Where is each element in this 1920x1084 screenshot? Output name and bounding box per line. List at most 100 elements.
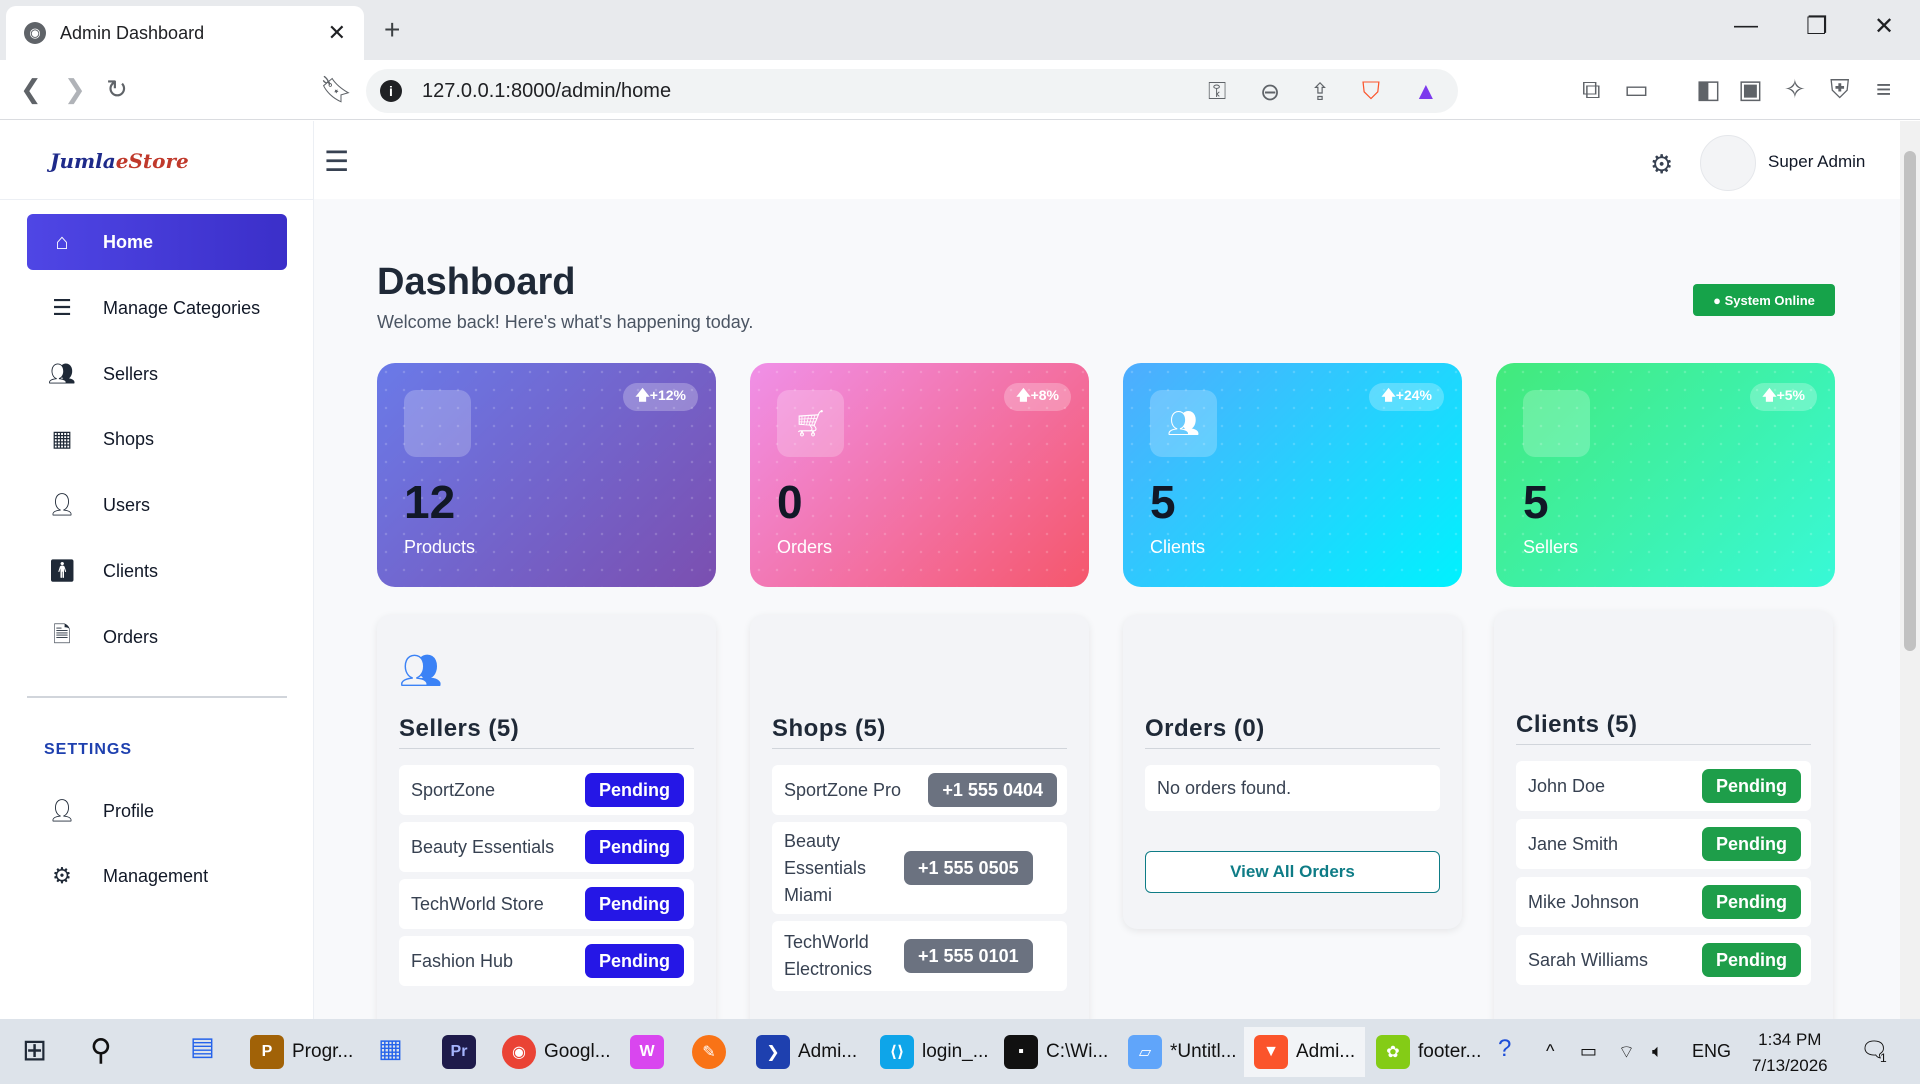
- phone-badge: +1 555 0101: [904, 939, 1033, 973]
- list-item[interactable]: Jane Smith Pending: [1516, 819, 1811, 869]
- taskbar-label: Admi...: [798, 1041, 858, 1062]
- stat-card-sellers[interactable]: 🡅+5% 5 Sellers: [1496, 363, 1835, 587]
- extensions-icon[interactable]: ⧉: [1582, 74, 1601, 106]
- wallet-icon[interactable]: ▣: [1738, 74, 1763, 105]
- hamburger-menu-icon[interactable]: ☰: [324, 145, 349, 178]
- brand-logo[interactable]: JumlaeStore: [50, 149, 189, 173]
- browser-tab[interactable]: ◉ Admin Dashboard ✕: [6, 6, 364, 60]
- app-icon: P: [250, 1035, 284, 1069]
- back-icon[interactable]: ❮: [20, 74, 42, 105]
- list-item[interactable]: SportZone Pending: [399, 765, 694, 815]
- sidebar-item-users[interactable]: 👤︎ Users: [27, 477, 287, 533]
- reader-icon[interactable]: ▭: [1624, 74, 1649, 105]
- close-tab-icon[interactable]: ✕: [328, 20, 346, 46]
- terminal-icon: ▪: [1004, 1035, 1038, 1069]
- battery-icon[interactable]: ▭: [1580, 1041, 1597, 1062]
- panel-title: Sellers (5): [399, 715, 520, 742]
- phone-badge: +1 555 0404: [928, 773, 1057, 807]
- admin-name[interactable]: Super Admin: [1768, 152, 1865, 172]
- shop-name: TechWorld Electronics: [784, 932, 873, 979]
- search-icon[interactable]: ⚲: [90, 1033, 112, 1068]
- share-icon[interactable]: ⇪: [1310, 78, 1330, 107]
- sidebar-item-label: Management: [103, 865, 209, 886]
- taskbar-item-premiere[interactable]: Pr: [442, 1027, 484, 1077]
- list-item[interactable]: Fashion Hub Pending: [399, 936, 694, 986]
- minimize-icon[interactable]: —: [1734, 12, 1758, 40]
- taskbar-item-postman[interactable]: ✎: [692, 1027, 734, 1077]
- taskbar-item-powershell[interactable]: ❯ Admi...: [756, 1027, 857, 1077]
- sidebar-item-clients[interactable]: 🚹︎ Clients: [27, 543, 287, 599]
- rewards-icon[interactable]: ▲: [1414, 78, 1438, 106]
- powershell-icon: ❯: [756, 1035, 790, 1069]
- help-icon[interactable]: ?: [1498, 1035, 1511, 1063]
- sidebar-item-home[interactable]: ⌂ Home: [27, 214, 287, 270]
- stat-card-products[interactable]: 🡅+12% 12 Products: [377, 363, 716, 587]
- restore-icon[interactable]: ❐: [1806, 12, 1828, 41]
- taskbar-item-vscode[interactable]: ⟨⟩ login_...: [880, 1027, 989, 1077]
- forward-icon[interactable]: ❯: [64, 74, 86, 105]
- list-item[interactable]: SportZone Pro +1 555 0404: [772, 765, 1067, 815]
- list-item[interactable]: Beauty Essentials Miami +1 555 0505: [772, 822, 1067, 914]
- key-icon[interactable]: ⚿: [1208, 78, 1226, 106]
- sidebar-item-management[interactable]: ⚙ Management: [27, 848, 287, 904]
- seller-name: TechWorld Store: [411, 893, 544, 914]
- seller-name: Beauty Essentials: [411, 836, 555, 857]
- menu-icon[interactable]: ≡: [1876, 74, 1891, 105]
- list-item[interactable]: Mike Johnson Pending: [1516, 877, 1811, 927]
- list-item[interactable]: Sarah Williams Pending: [1516, 935, 1811, 985]
- windows-start-icon[interactable]: ⊞: [22, 1033, 47, 1068]
- volume-icon[interactable]: 🔈︎: [1652, 1041, 1663, 1062]
- sidebar-item-profile[interactable]: 👤︎ Profile: [27, 783, 287, 839]
- taskbar-item-chrome[interactable]: ◉ Googl...: [502, 1027, 611, 1077]
- panel-title: Shops (5): [772, 715, 886, 742]
- address-bar[interactable]: i 127.0.0.1:8000/admin/home ⚿ ⊖ ⇪ ⛉ ▲: [366, 69, 1458, 113]
- scrollbar-thumb[interactable]: [1904, 151, 1916, 651]
- chevron-up-icon[interactable]: ^: [1546, 1041, 1554, 1062]
- bookmark-icon[interactable]: 🔖︎: [320, 74, 353, 105]
- zoom-out-icon[interactable]: ⊖: [1260, 78, 1280, 107]
- gear-icon[interactable]: ⚙: [1650, 149, 1673, 180]
- clock-date: 7/13/2026: [1752, 1056, 1828, 1075]
- status-badge: Pending: [1702, 885, 1801, 919]
- taskbar-item-brave[interactable]: ▼ Admi...: [1244, 1027, 1366, 1077]
- wifi-icon[interactable]: ⌔: [1618, 1041, 1635, 1064]
- taskbar-label: *Untitl...: [1170, 1041, 1237, 1062]
- page-scrollbar[interactable]: [1900, 121, 1920, 1019]
- taskbar-item-cmd[interactable]: ▪ C:\Wi...: [1004, 1027, 1108, 1077]
- close-window-icon[interactable]: ✕: [1874, 12, 1894, 41]
- top-navbar: ☰ ⚙ Super Admin: [314, 121, 1900, 199]
- taskbar-item-paint[interactable]: ✿ footer...: [1376, 1027, 1481, 1077]
- list-item[interactable]: John Doe Pending: [1516, 761, 1811, 811]
- avatar[interactable]: [1700, 135, 1756, 191]
- reload-icon[interactable]: ↻: [106, 74, 128, 105]
- vscode-icon: ⟨⟩: [880, 1035, 914, 1069]
- taskbar-label: Googl...: [544, 1041, 611, 1062]
- url-text[interactable]: 127.0.0.1:8000/admin/home: [422, 80, 671, 103]
- brave-shield-icon[interactable]: ⛉: [1362, 78, 1380, 106]
- language-indicator[interactable]: ENG: [1692, 1041, 1731, 1062]
- taskbar-item-program[interactable]: P Progr...: [250, 1027, 353, 1077]
- taskbar-label: C:\Wi...: [1046, 1041, 1109, 1062]
- stat-card-clients[interactable]: 👥︎ 🡅+24% 5 Clients: [1123, 363, 1462, 587]
- leo-ai-icon[interactable]: ✧: [1784, 74, 1806, 105]
- system-clock[interactable]: 1:34 PM 7/13/2026: [1752, 1027, 1828, 1079]
- client-name: Mike Johnson: [1528, 891, 1640, 912]
- taskbar-item-notepad[interactable]: ▱ *Untitl...: [1128, 1027, 1237, 1077]
- vpn-icon[interactable]: ⛨: [1830, 74, 1850, 106]
- list-item[interactable]: TechWorld Store Pending: [399, 879, 694, 929]
- chrome-icon: ◉: [502, 1035, 536, 1069]
- new-tab-icon[interactable]: +: [384, 14, 400, 46]
- stat-card-orders[interactable]: 🛒︎ 🡅+8% 0 Orders: [750, 363, 1089, 587]
- sidebar-toggle-icon[interactable]: ◧: [1696, 74, 1721, 105]
- view-all-orders-button[interactable]: View All Orders: [1145, 851, 1440, 893]
- store-icon[interactable]: ▦: [378, 1033, 403, 1064]
- taskbar-item-app[interactable]: W: [630, 1027, 672, 1077]
- sidebar-item-sellers[interactable]: 👥︎ Sellers: [27, 346, 287, 402]
- file-explorer-icon[interactable]: ▤: [190, 1031, 215, 1062]
- site-info-icon[interactable]: i: [380, 80, 402, 102]
- list-item[interactable]: Beauty Essentials Pending: [399, 822, 694, 872]
- sidebar-item-manage-categories[interactable]: ☰ Manage Categories: [27, 280, 287, 336]
- sidebar-item-orders[interactable]: 🗎︎ Orders: [27, 609, 287, 665]
- list-item[interactable]: TechWorld Electronics +1 555 0101: [772, 921, 1067, 991]
- sidebar-item-shops[interactable]: ▦ Shops: [27, 411, 287, 467]
